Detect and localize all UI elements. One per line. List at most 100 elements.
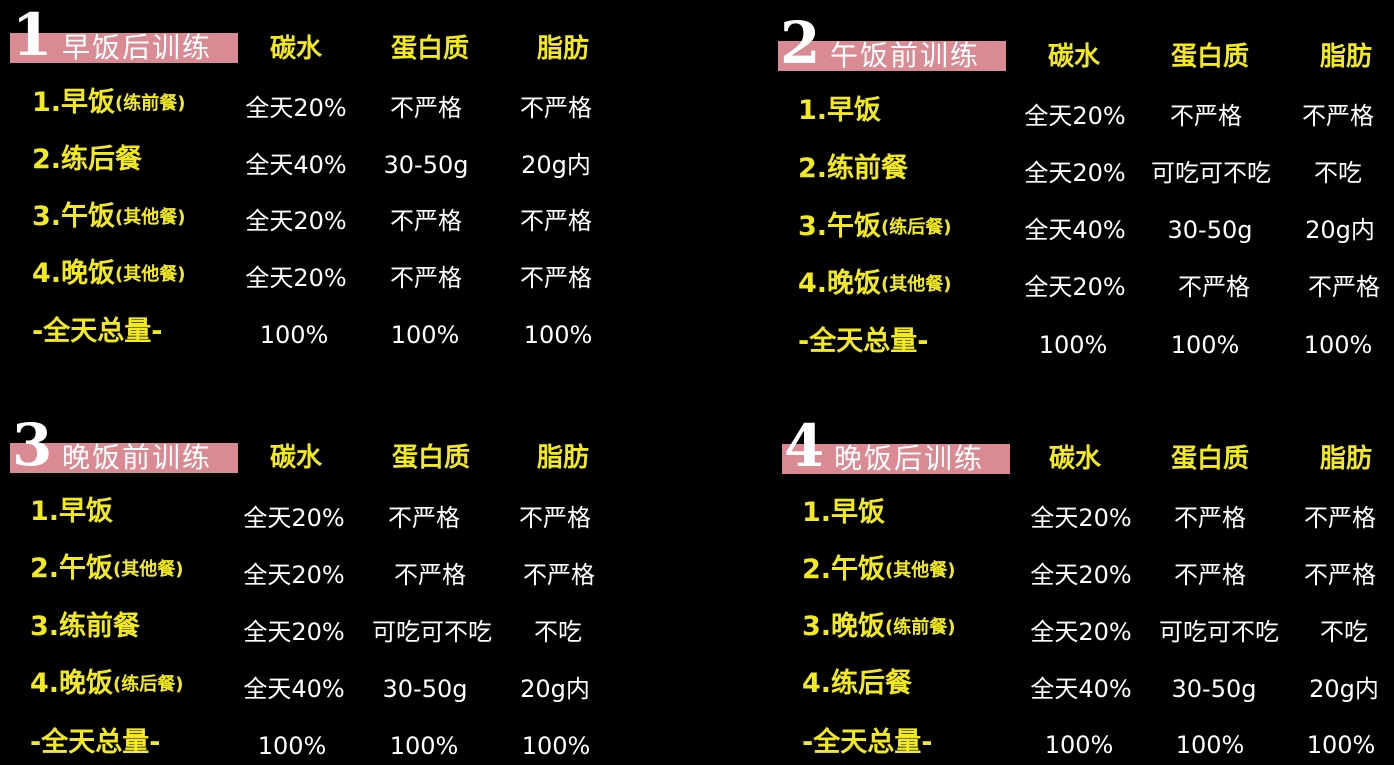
cell-carbs: 全天20% bbox=[245, 207, 347, 235]
cell-carbs: 全天20% bbox=[243, 504, 345, 532]
cell-carbs: 100% bbox=[1038, 331, 1108, 359]
cell-carbs: 全天20% bbox=[1024, 159, 1126, 187]
cell-fat: 不严格 bbox=[1308, 273, 1380, 301]
row-label: 1.早饭 bbox=[802, 497, 886, 528]
cell-fat: 不吃 bbox=[1314, 159, 1362, 187]
panel-dinner-before-training: 3 晚饭前训练 碳水 蛋白质 脂肪 1.早饭 全天20% 不严格 不严格 2.午… bbox=[0, 395, 620, 765]
cell-fat: 100% bbox=[1303, 331, 1373, 359]
cell-carbs: 全天20% bbox=[243, 561, 345, 589]
cell-fat: 20g内 bbox=[521, 151, 591, 179]
cell-fat: 不严格 bbox=[1302, 102, 1374, 130]
cell-carbs: 100% bbox=[259, 321, 329, 349]
cell-protein: 不严格 bbox=[1174, 561, 1246, 589]
cell-protein: 不严格 bbox=[390, 94, 462, 122]
cell-carbs: 全天20% bbox=[1030, 618, 1132, 646]
cell-protein: 不严格 bbox=[1178, 273, 1250, 301]
row-label: 2.练前餐 bbox=[798, 153, 909, 184]
cell-protein: 30-50g bbox=[1171, 675, 1257, 703]
row-label: 3.晚饭(练前餐) bbox=[802, 611, 956, 642]
panel-breakfast-after-training: 1 早饭后训练 碳水 蛋白质 脂肪 1.早饭(练前餐) 全天20% 不严格 不严… bbox=[0, 0, 620, 370]
cell-protein: 可吃可不吃 bbox=[1151, 159, 1271, 187]
cell-carbs: 全天40% bbox=[243, 675, 345, 703]
cell-fat: 20g内 bbox=[1305, 216, 1375, 244]
header-carbs: 碳水 bbox=[1047, 42, 1101, 72]
cell-protein: 30-50g bbox=[1167, 216, 1253, 244]
cell-protein: 100% bbox=[1170, 331, 1240, 359]
cell-protein: 30-50g bbox=[382, 675, 468, 703]
cell-fat: 不严格 bbox=[520, 207, 592, 235]
cell-fat: 100% bbox=[521, 732, 591, 760]
panel-lunch-before-training: 2 午饭前训练 碳水 蛋白质 脂肪 1.早饭 全天20% 不严格 不严格 2.练… bbox=[770, 0, 1390, 370]
cell-fat: 20g内 bbox=[1309, 675, 1379, 703]
cell-protein: 不严格 bbox=[388, 504, 460, 532]
cell-fat: 不严格 bbox=[520, 264, 592, 292]
header-carbs: 碳水 bbox=[269, 34, 323, 64]
total-label: -全天总量- bbox=[802, 727, 933, 758]
cell-protein: 不严格 bbox=[394, 561, 466, 589]
row-label: 3.午饭(其他餐) bbox=[32, 201, 186, 232]
cell-fat: 不吃 bbox=[1320, 618, 1368, 646]
row-label: 4.晚饭(其他餐) bbox=[798, 268, 952, 299]
cell-carbs: 全天40% bbox=[1030, 675, 1132, 703]
panel-title: 晚饭前训练 bbox=[62, 441, 213, 474]
header-fat: 脂肪 bbox=[536, 34, 590, 64]
header-protein: 蛋白质 bbox=[1170, 444, 1250, 474]
header-protein: 蛋白质 bbox=[391, 443, 471, 473]
total-label: -全天总量- bbox=[32, 316, 163, 347]
header-carbs: 碳水 bbox=[269, 443, 323, 473]
cell-carbs: 100% bbox=[257, 732, 327, 760]
row-label: 4.练后餐 bbox=[802, 668, 913, 699]
cell-protein: 不严格 bbox=[390, 207, 462, 235]
cell-carbs: 全天40% bbox=[1024, 216, 1126, 244]
cell-protein: 不严格 bbox=[1174, 504, 1246, 532]
row-label: 2.午饭(其他餐) bbox=[802, 554, 956, 585]
cell-protein: 可吃可不吃 bbox=[372, 618, 492, 646]
panel-title: 晚饭后训练 bbox=[834, 442, 985, 475]
row-label: 4.晚饭(其他餐) bbox=[32, 258, 186, 289]
cell-protein: 可吃可不吃 bbox=[1159, 618, 1279, 646]
cell-carbs: 全天40% bbox=[245, 151, 347, 179]
cell-fat: 100% bbox=[523, 321, 593, 349]
cell-carbs: 全天20% bbox=[245, 94, 347, 122]
cell-fat: 不吃 bbox=[534, 618, 582, 646]
row-label: 1.早饭 bbox=[30, 496, 114, 527]
cell-fat: 不严格 bbox=[523, 561, 595, 589]
cell-fat: 不严格 bbox=[519, 504, 591, 532]
header-protein: 蛋白质 bbox=[1170, 42, 1250, 72]
total-label: -全天总量- bbox=[30, 727, 161, 758]
panel-number: 2 bbox=[780, 9, 821, 77]
cell-fat: 20g内 bbox=[520, 675, 590, 703]
cell-fat: 不严格 bbox=[520, 94, 592, 122]
cell-protein: 100% bbox=[1175, 731, 1245, 759]
row-label: 4.晚饭(练后餐) bbox=[30, 668, 184, 699]
panel-title: 早饭后训练 bbox=[62, 31, 213, 64]
cell-protein: 100% bbox=[389, 732, 459, 760]
row-label: 2.练后餐 bbox=[32, 144, 143, 175]
cell-fat: 不严格 bbox=[1304, 504, 1376, 532]
panel-number: 4 bbox=[784, 412, 825, 480]
header-fat: 脂肪 bbox=[536, 443, 590, 473]
header-fat: 脂肪 bbox=[1319, 444, 1373, 474]
header-protein: 蛋白质 bbox=[390, 34, 470, 64]
cell-carbs: 100% bbox=[1044, 731, 1114, 759]
cell-fat: 100% bbox=[1306, 731, 1376, 759]
row-label: 3.午饭(练后餐) bbox=[798, 211, 952, 242]
cell-protein: 不严格 bbox=[390, 264, 462, 292]
cell-carbs: 全天20% bbox=[1024, 273, 1126, 301]
panel-number: 1 bbox=[12, 1, 53, 69]
cell-carbs: 全天20% bbox=[243, 618, 345, 646]
cell-carbs: 全天20% bbox=[1030, 561, 1132, 589]
cell-protein: 30-50g bbox=[383, 151, 469, 179]
header-carbs: 碳水 bbox=[1048, 444, 1102, 474]
panel-dinner-after-training: 4 晚饭后训练 碳水 蛋白质 脂肪 1.早饭 全天20% 不严格 不严格 2.午… bbox=[770, 395, 1390, 765]
header-fat: 脂肪 bbox=[1319, 42, 1373, 72]
row-label: 1.早饭(练前餐) bbox=[32, 87, 186, 118]
cell-protein: 100% bbox=[390, 321, 460, 349]
row-label: 2.午饭(其他餐) bbox=[30, 553, 184, 584]
panel-title: 午饭前训练 bbox=[830, 39, 981, 72]
total-label: -全天总量- bbox=[798, 326, 929, 357]
row-label: 3.练前餐 bbox=[30, 611, 141, 642]
row-label: 1.早饭 bbox=[798, 95, 882, 126]
cell-protein: 不严格 bbox=[1170, 102, 1242, 130]
cell-carbs: 全天20% bbox=[245, 264, 347, 292]
